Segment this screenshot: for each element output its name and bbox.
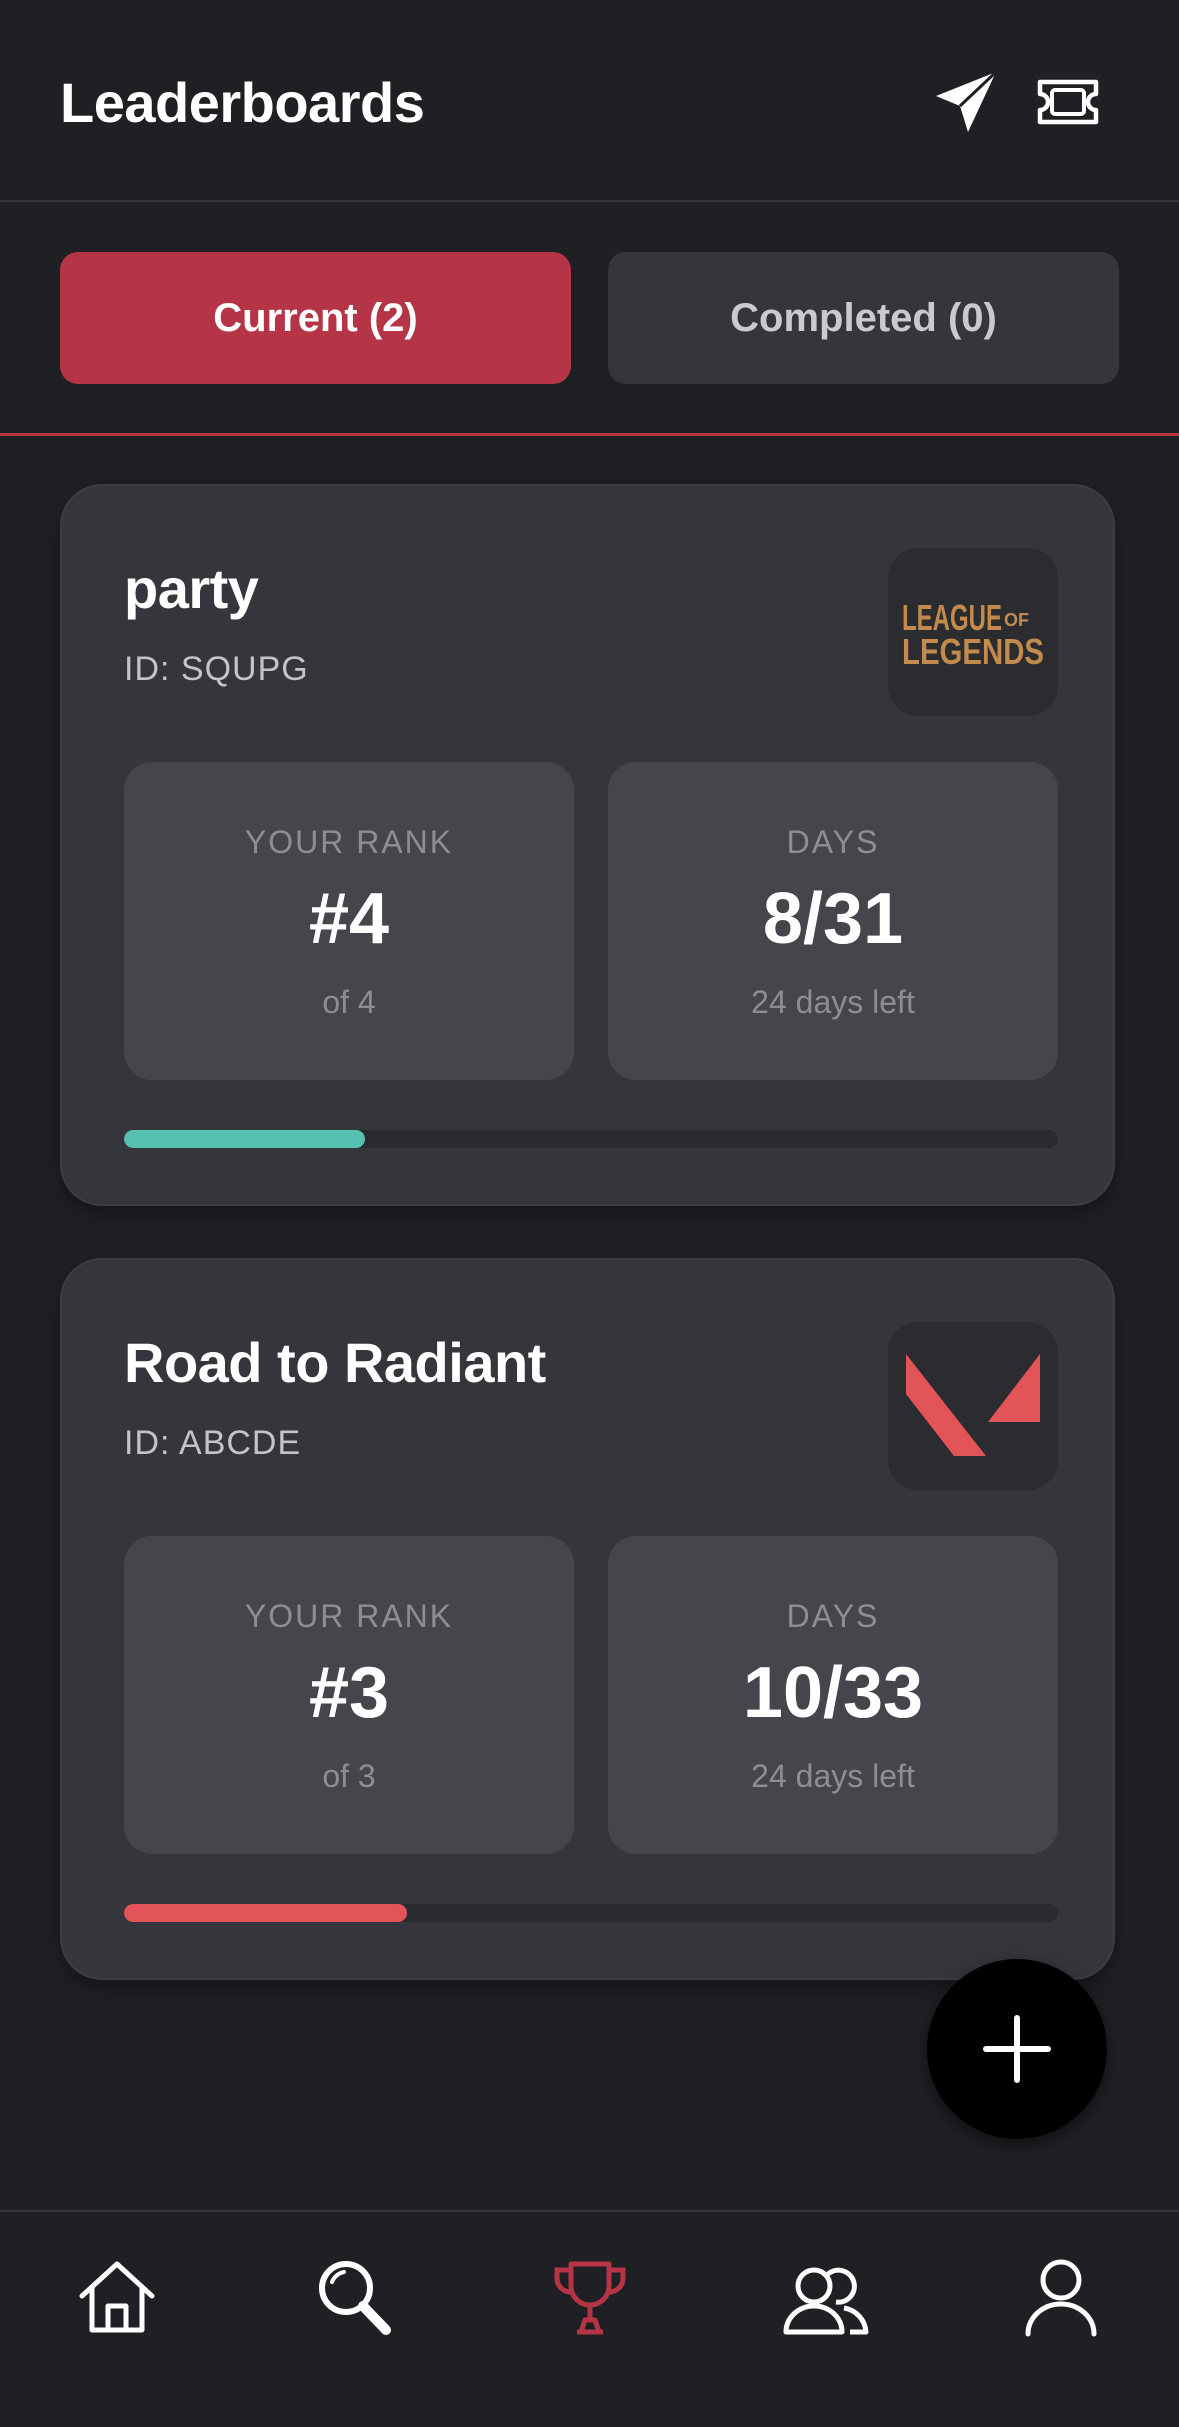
rank-value: #3 bbox=[308, 1653, 390, 1733]
add-leaderboard-button[interactable] bbox=[927, 1959, 1107, 2139]
page-title: Leaderboards bbox=[60, 71, 425, 134]
rank-stat: YOUR RANK #4 of 4 bbox=[124, 762, 574, 1080]
leaderboard-name: party bbox=[124, 557, 259, 620]
ticket-icon[interactable] bbox=[1032, 66, 1104, 138]
tab-current[interactable]: Current (2) bbox=[60, 252, 571, 384]
leaderboard-id: ID: ABCDE bbox=[124, 1424, 302, 1462]
plus-icon bbox=[983, 2015, 1051, 2083]
rank-total: of 4 bbox=[322, 984, 376, 1020]
header: Leaderboards bbox=[0, 0, 1179, 202]
valorant-logo-icon bbox=[888, 1322, 1058, 1490]
rank-label: YOUR RANK bbox=[244, 1598, 454, 1634]
nav-home[interactable] bbox=[72, 2252, 162, 2342]
progress-fill bbox=[124, 1130, 365, 1148]
rank-label: YOUR RANK bbox=[244, 824, 454, 860]
progress-bar bbox=[124, 1130, 1058, 1148]
rank-total: of 3 bbox=[322, 1758, 376, 1794]
days-label: DAYS bbox=[786, 1598, 880, 1634]
svg-text:LEGENDS: LEGENDS bbox=[902, 631, 1044, 672]
nav-leaderboards[interactable] bbox=[545, 2252, 635, 2342]
days-left: 24 days left bbox=[751, 1758, 915, 1794]
friends-icon bbox=[783, 2267, 869, 2335]
progress-fill bbox=[124, 1904, 407, 1922]
profile-icon bbox=[1025, 2259, 1097, 2337]
home-icon bbox=[79, 2261, 155, 2333]
days-value: 8/31 bbox=[762, 879, 904, 959]
trophy-icon bbox=[554, 2261, 626, 2335]
days-left: 24 days left bbox=[751, 984, 915, 1020]
tab-divider bbox=[0, 433, 1179, 436]
leaderboard-card[interactable]: party ID: SQUPG LEAGUE OF LEGENDS YOUR R… bbox=[60, 484, 1115, 1206]
leaderboard-card[interactable]: Road to Radiant ID: ABCDE YOUR RANK #3 o… bbox=[60, 1258, 1115, 1980]
tab-completed[interactable]: Completed (0) bbox=[608, 252, 1119, 384]
bottom-nav bbox=[0, 2210, 1179, 2427]
rank-stat: YOUR RANK #3 of 3 bbox=[124, 1536, 574, 1854]
svg-text:OF: OF bbox=[1004, 610, 1029, 630]
leaderboard-tabs: Current (2) Completed (0) bbox=[60, 252, 1119, 384]
league-of-legends-logo-icon: LEAGUE OF LEGENDS bbox=[888, 548, 1058, 716]
leaderboard-name: Road to Radiant bbox=[124, 1331, 546, 1394]
rank-value: #4 bbox=[308, 879, 390, 959]
nav-search[interactable] bbox=[308, 2252, 398, 2342]
progress-bar bbox=[124, 1904, 1058, 1922]
send-icon[interactable] bbox=[930, 66, 1002, 138]
nav-profile[interactable] bbox=[1016, 2252, 1106, 2342]
app-screen: Leaderboards Current (2) Completed (0) p… bbox=[0, 0, 1179, 2427]
days-label: DAYS bbox=[786, 824, 880, 860]
leaderboard-id: ID: SQUPG bbox=[124, 650, 309, 688]
nav-friends[interactable] bbox=[780, 2252, 870, 2342]
days-stat: DAYS 10/33 24 days left bbox=[608, 1536, 1058, 1854]
search-icon bbox=[319, 2261, 391, 2335]
days-stat: DAYS 8/31 24 days left bbox=[608, 762, 1058, 1080]
days-value: 10/33 bbox=[742, 1653, 924, 1733]
